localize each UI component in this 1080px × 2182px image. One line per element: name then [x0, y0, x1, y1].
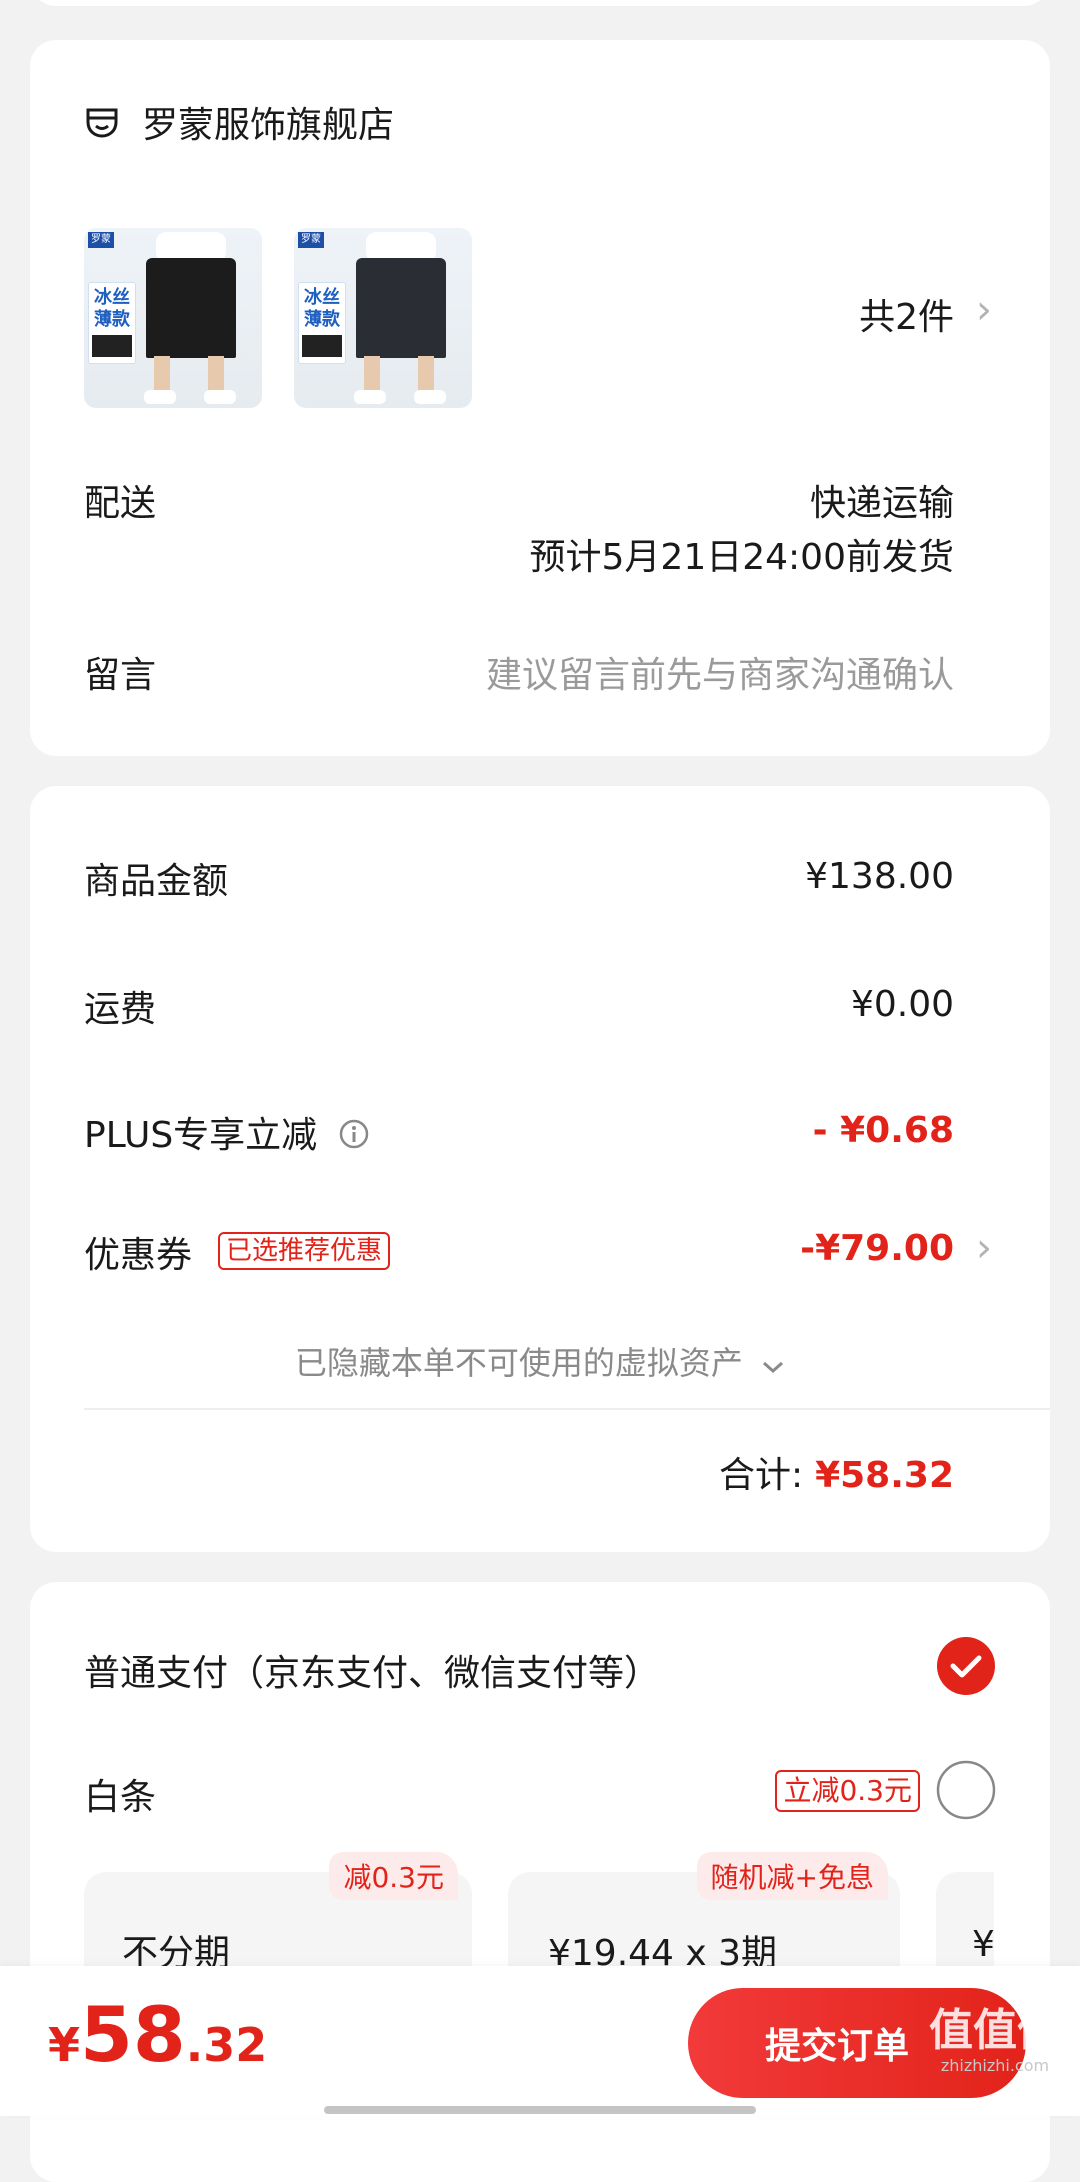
chevron-right-icon[interactable]: › [976, 290, 992, 330]
hidden-assets-text: 已隐藏本单不可使用的虚拟资产 [294, 1344, 743, 1382]
footer-price-dec: .32 [185, 2018, 268, 2072]
installment-badge: 减0.3元 [329, 1852, 458, 1900]
installment-title: ¥ [972, 1924, 995, 1965]
delivery-method: 快递运输 [809, 483, 954, 524]
shipping-label: 运费 [84, 989, 157, 1030]
store-name: 罗蒙服饰旗舰店 [142, 105, 395, 146]
store-card: 罗蒙服饰旗舰店 罗蒙 冰丝 薄款 罗蒙 冰丝 薄款 共2件 › 配送 快递运输 … [30, 40, 1050, 756]
checked-radio-icon[interactable] [936, 1636, 996, 1696]
thumb-brand-logo: 罗蒙 [88, 232, 114, 248]
thumb-text-1: 冰丝 [94, 287, 130, 308]
plus-discount-text: PLUS专享立减 [84, 1115, 318, 1156]
items-count[interactable]: 共2件 [859, 288, 954, 340]
store-header[interactable]: 罗蒙服饰旗舰店 [84, 98, 394, 146]
unchecked-radio-icon[interactable] [936, 1760, 996, 1820]
home-indicator [324, 2106, 756, 2114]
bottom-bar: ¥ 58 .32 提交订单 值值值 zhizhizhi.com [0, 1966, 1080, 2116]
shipping-value: ¥0.00 [850, 984, 954, 1025]
coupon-label: 优惠券 [84, 1235, 193, 1276]
plus-discount-label: PLUS专享立减 [84, 1106, 369, 1158]
previous-card-edge [30, 0, 1050, 6]
chevron-right-icon[interactable]: › [976, 1228, 992, 1268]
footer-price: ¥ 58 .32 [48, 1990, 267, 2079]
goods-amount-label: 商品金额 [84, 861, 229, 902]
thumb-text-2: 薄款 [94, 309, 130, 330]
goods-amount-value: ¥138.00 [805, 856, 954, 897]
total-value: ¥58.32 [815, 1455, 954, 1496]
coupon-tag: 已选推荐优惠 [218, 1232, 391, 1270]
total-label: 合计: [718, 1455, 804, 1496]
baitiao-tag: 立减0.3元 [775, 1770, 920, 1812]
chevron-down-icon [761, 1344, 785, 1374]
plus-discount-value: - ¥0.68 [812, 1110, 954, 1151]
message-input[interactable]: 建议留言前先与商家沟通确认 [486, 646, 954, 698]
store-icon [84, 104, 120, 140]
divider [84, 1408, 1050, 1410]
total-row: 合计: ¥58.32 [719, 1446, 954, 1498]
thumb-brand-logo: 罗蒙 [298, 232, 324, 248]
footer-currency: ¥ [48, 2018, 81, 2072]
normal-payment-label[interactable]: 普通支付（京东支付、微信支付等） [84, 1644, 660, 1696]
coupon-value[interactable]: -¥79.00 [800, 1228, 954, 1269]
product-thumb-2[interactable]: 罗蒙 冰丝 薄款 [294, 228, 472, 408]
installment-badge: 随机减+免息 [696, 1852, 888, 1900]
delivery-label: 配送 [84, 483, 157, 524]
watermark-text: 值值值 [929, 2005, 1061, 2056]
thumb-text-2: 薄款 [304, 309, 340, 330]
baitiao-label[interactable]: 白条 [84, 1768, 156, 1820]
info-icon[interactable] [339, 1117, 369, 1149]
footer-price-int: 58 [80, 1990, 186, 2079]
thumb-text-1: 冰丝 [304, 287, 340, 308]
pricing-card: 商品金额 ¥138.00 运费 ¥0.00 PLUS专享立减 - ¥0.68 优… [30, 786, 1050, 1552]
hidden-assets-note[interactable]: 已隐藏本单不可使用的虚拟资产 [30, 1338, 1050, 1384]
watermark: 值值值 zhizhizhi.com [920, 2005, 1070, 2076]
watermark-sub: zhizhizhi.com [940, 2056, 1050, 2075]
product-thumb-1[interactable]: 罗蒙 冰丝 薄款 [84, 228, 262, 408]
submit-order-label: 提交订单 [764, 2026, 909, 2067]
message-label: 留言 [84, 655, 157, 696]
delivery-estimate: 预计5月21日24:00前发货 [529, 537, 954, 578]
